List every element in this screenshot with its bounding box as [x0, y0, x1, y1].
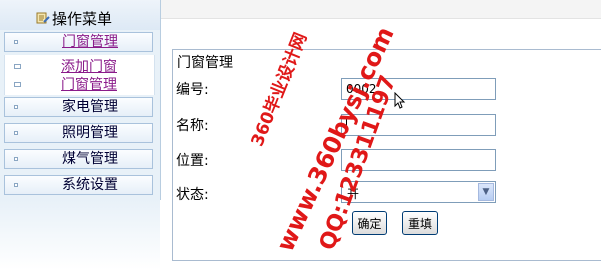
bullet-icon — [14, 183, 18, 187]
menu-item-label: 煤气管理 — [62, 151, 118, 167]
name-label: 名称: — [176, 118, 209, 134]
menu-icon — [36, 12, 50, 24]
submenu-item-manage-door-window[interactable]: 门窗管理 — [5, 75, 154, 95]
menu-item-label: 系统设置 — [62, 177, 118, 193]
bullet-icon — [14, 105, 18, 109]
menu-item-label: 家电管理 — [62, 99, 118, 115]
menu-item-lighting[interactable]: 照明管理 — [4, 123, 153, 143]
bullet-icon — [14, 157, 18, 161]
menu-item-door-window[interactable]: 门窗管理 — [4, 32, 153, 52]
confirm-button[interactable]: 确定 — [352, 211, 387, 235]
submenu-item-add-door-window[interactable]: 添加门窗 — [5, 57, 154, 77]
menu-title: 操作菜单 — [52, 10, 113, 28]
doc-icon — [14, 82, 21, 87]
location-label: 位置: — [176, 153, 209, 169]
doc-icon — [14, 64, 21, 69]
sidebar: 操作菜单 门窗管理 添加门窗 门窗管理 家电管理 照明管理 煤气管理 系统设置 — [0, 0, 161, 200]
submenu-panel: 添加门窗 门窗管理 — [4, 55, 155, 95]
reset-button[interactable]: 重填 — [402, 211, 438, 235]
status-select[interactable]: 开 ▼ — [341, 181, 496, 203]
menu-header: 操作菜单 — [0, 0, 160, 30]
bullet-icon — [14, 131, 18, 135]
menu-item-label: 门窗管理 — [62, 34, 118, 50]
chevron-down-icon[interactable]: ▼ — [478, 183, 494, 201]
sidebar-fade — [0, 200, 160, 270]
menu-item-appliance[interactable]: 家电管理 — [4, 97, 153, 117]
status-label: 状态: — [176, 187, 209, 203]
form-legend: 门窗管理 — [176, 52, 234, 72]
menu-item-label: 照明管理 — [62, 125, 118, 141]
submenu-item-label: 门窗管理 — [61, 77, 117, 93]
menu-item-system-settings[interactable]: 系统设置 — [4, 175, 153, 195]
submenu-item-label: 添加门窗 — [61, 59, 117, 75]
menu-item-gas[interactable]: 煤气管理 — [4, 149, 153, 169]
bullet-icon — [14, 40, 18, 44]
id-label: 编号: — [176, 82, 209, 98]
top-bar — [161, 0, 601, 19]
